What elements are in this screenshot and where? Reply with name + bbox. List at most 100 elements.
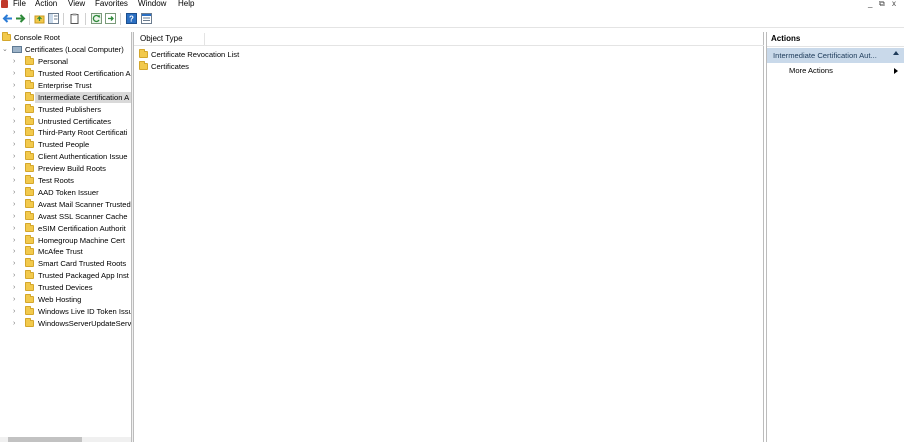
tree-item[interactable]: › AAD Token Issuer [0, 186, 131, 198]
chevron-right-icon[interactable]: › [13, 175, 15, 186]
chevron-right-icon[interactable]: › [13, 127, 15, 138]
menu-favorites[interactable]: Favorites [95, 0, 128, 9]
actions-section-header[interactable]: Intermediate Certification Aut... [767, 48, 904, 63]
tree-item-label: Third-Party Root Certificati [38, 128, 128, 138]
chevron-right-icon[interactable]: › [13, 282, 15, 293]
tree-item[interactable]: › Client Authentication Issue [0, 151, 131, 162]
tree-item[interactable]: › Intermediate Certification A [0, 91, 131, 103]
chevron-right-icon[interactable]: › [13, 163, 15, 174]
collapse-up-icon[interactable] [893, 51, 899, 55]
refresh-icon[interactable] [91, 13, 102, 24]
tree-item[interactable]: › Preview Build Roots [0, 163, 131, 174]
show-hide-tree-icon[interactable] [48, 13, 59, 24]
tree-item[interactable]: › Windows Live ID Token Issu [0, 305, 131, 317]
tree-item-certificates-local-computer[interactable]: ⌄ Certificates (Local Computer) [0, 44, 131, 55]
folder-icon [139, 61, 148, 70]
console-tree[interactable]: Console Root ⌄ Certificates (Local Compu… [0, 32, 131, 442]
tree-item[interactable]: › WindowsServerUpdateServ [0, 317, 131, 329]
menu-action[interactable]: Action [35, 0, 57, 9]
toolbar-separator [63, 13, 64, 25]
folder-icon [25, 79, 34, 89]
chevron-right-icon[interactable]: › [13, 68, 15, 79]
tree-item-label: Homegroup Machine Cert [38, 235, 125, 245]
chevron-right-icon[interactable]: › [13, 258, 15, 269]
tree-item[interactable]: › Smart Card Trusted Roots [0, 258, 131, 269]
tree-item[interactable]: › Web Hosting [0, 294, 131, 305]
list-item-label: Certificate Revocation List [151, 50, 240, 59]
tree-item[interactable]: › Homegroup Machine Cert [0, 234, 131, 246]
tree-item[interactable]: › Trusted People [0, 139, 131, 150]
tree-item[interactable]: › Third-Party Root Certificati [0, 127, 131, 138]
folder-icon [25, 282, 34, 292]
folder-icon [139, 49, 148, 58]
tree-item[interactable]: › Trusted Packaged App Inst [0, 270, 131, 281]
export-icon[interactable] [105, 13, 116, 24]
tree-item[interactable]: › McAfee Trust [0, 246, 131, 257]
menu-bar: File Action View Favorites Window Help _… [0, 0, 904, 10]
chevron-right-icon[interactable]: › [13, 139, 15, 150]
tree-item-label: McAfee Trust [38, 247, 83, 257]
chevron-right-icon[interactable]: › [13, 294, 15, 305]
column-header-object-type[interactable]: Object Type [140, 34, 183, 43]
divider [767, 46, 904, 47]
tree-item[interactable]: › eSIM Certification Authorit [0, 222, 131, 234]
chevron-right-icon[interactable]: › [13, 104, 15, 115]
chevron-right-icon[interactable]: › [13, 306, 15, 317]
restore-icon[interactable]: ⧉ [879, 0, 885, 9]
menu-file[interactable]: File [13, 0, 26, 9]
chevron-right-icon[interactable]: › [13, 56, 15, 67]
chevron-right-icon[interactable]: › [13, 211, 15, 222]
chevron-right-icon[interactable]: › [13, 199, 15, 210]
properties-icon[interactable] [141, 13, 152, 24]
tree-item[interactable]: › Untrusted Certificates [0, 115, 131, 127]
column-divider[interactable] [204, 33, 205, 45]
tree-item-label: Certificates (Local Computer) [25, 45, 124, 54]
tree-item[interactable]: › Avast Mail Scanner Trusted [0, 198, 131, 210]
chevron-right-icon[interactable]: › [13, 235, 15, 246]
back-icon[interactable] [2, 13, 13, 24]
tree-item-label: Intermediate Certification A [38, 92, 130, 102]
toolbar-separator [120, 13, 121, 25]
tree-item[interactable]: › Trusted Root Certification A [0, 67, 131, 79]
chevron-right-icon[interactable]: › [13, 223, 15, 234]
tree-item[interactable]: › Trusted Publishers [0, 103, 131, 115]
svg-text:?: ? [129, 15, 134, 24]
tree-item-console-root[interactable]: Console Root [0, 32, 131, 43]
tree-item[interactable]: › Personal [0, 56, 131, 67]
mmc-app-icon[interactable] [1, 0, 8, 8]
column-header[interactable]: Object Type [134, 32, 764, 46]
folder-icon [25, 115, 34, 125]
chevron-right-icon[interactable]: › [13, 246, 15, 257]
folder-icon [25, 91, 34, 101]
up-folder-icon[interactable] [34, 13, 45, 24]
tree-item-label: Windows Live ID Token Issu [38, 306, 131, 316]
chevron-right-icon[interactable]: › [13, 270, 15, 281]
menu-view[interactable]: View [68, 0, 85, 9]
tree-item[interactable]: › Trusted Devices [0, 282, 131, 293]
folder-icon [25, 222, 34, 232]
tree-item[interactable]: › Enterprise Trust [0, 79, 131, 91]
close-icon[interactable]: x [892, 0, 896, 9]
help-icon[interactable]: ? [126, 13, 137, 24]
folder-icon [25, 139, 34, 149]
chevron-right-icon[interactable]: › [13, 318, 15, 329]
tree-item[interactable]: › Avast SSL Scanner Cache [0, 210, 131, 222]
chevron-right-icon[interactable]: › [13, 187, 15, 198]
chevron-right-icon[interactable]: › [13, 116, 15, 127]
tree-item-label: Avast SSL Scanner Cache [38, 211, 128, 221]
folder-icon [25, 56, 34, 65]
chevron-down-icon[interactable]: ⌄ [2, 44, 8, 55]
chevron-right-icon[interactable]: › [13, 151, 15, 162]
menu-window[interactable]: Window [138, 0, 166, 9]
tree-scrollbar-thumb[interactable] [8, 437, 82, 442]
chevron-right-icon[interactable]: › [13, 92, 15, 103]
chevron-right-icon[interactable]: › [13, 80, 15, 91]
tree-item[interactable]: › Test Roots [0, 175, 131, 186]
tree-item-label: Test Roots [38, 176, 74, 185]
menu-help[interactable]: Help [178, 0, 194, 9]
folder-icon [25, 151, 34, 161]
forward-icon[interactable] [15, 13, 26, 24]
more-actions-link[interactable]: More Actions [789, 66, 833, 75]
export-list-icon[interactable] [69, 13, 80, 24]
minimize-icon[interactable]: _ [868, 0, 872, 9]
